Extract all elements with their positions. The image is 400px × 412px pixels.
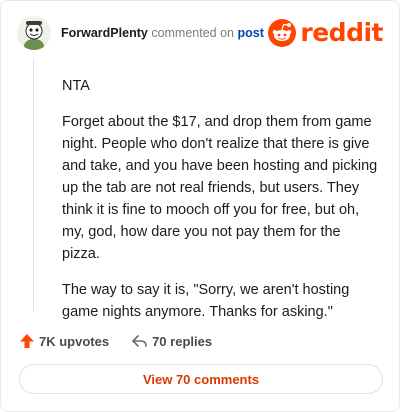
username-link[interactable]: ForwardPlenty [61,26,148,40]
post-link[interactable]: post [237,26,263,40]
comment-paragraph: Forget about the $17, and drop them from… [62,114,378,262]
reddit-wordmark: reddit [300,18,383,47]
thread-line [33,59,34,311]
reply-count: 70 replies [152,333,213,349]
view-comments-button[interactable]: View 70 comments [19,364,383,394]
action-text: commented on [151,26,234,40]
reddit-snoo-icon [268,19,297,47]
upvote-arrow-icon [20,334,34,348]
comment-actions: 7K upvotes 70 replies [19,331,212,351]
comment-meta: ForwardPlenty commented on post [61,26,264,40]
reddit-logo[interactable]: reddit [268,19,383,47]
comment-paragraph: NTA [62,78,90,94]
comment-card: ForwardPlenty commented on post reddit N… [0,0,400,412]
comment-header: ForwardPlenty commented on post reddit [17,15,383,51]
upvote-count: 7K upvotes [39,333,110,349]
upvote-button[interactable]: 7K upvotes [19,333,109,349]
reply-arrow-icon [132,335,147,347]
user-avatar[interactable] [17,16,51,50]
reply-button[interactable]: 70 replies [131,333,212,349]
comment-paragraph: The way to say it is, "Sorry, we aren't … [62,282,350,320]
comment-body: NTA Forget about the $17, and drop them … [62,75,380,337]
